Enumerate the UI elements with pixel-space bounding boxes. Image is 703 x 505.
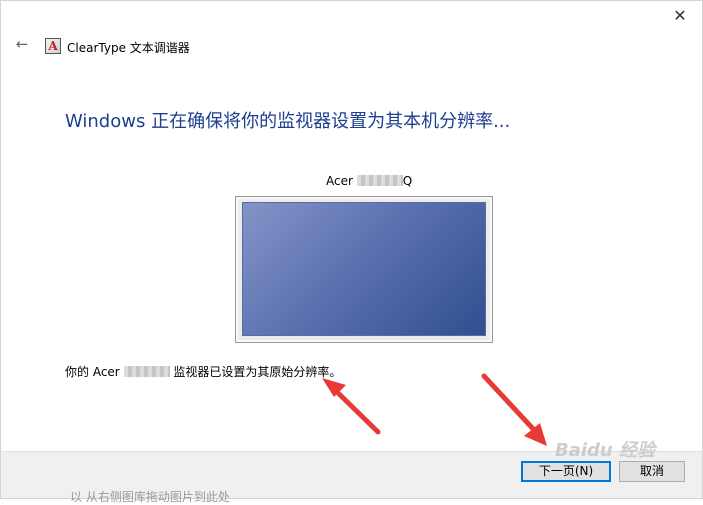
baidu-watermark: Baidu 经验 — [555, 440, 656, 461]
monitor-brand: Acer — [326, 174, 353, 188]
next-button[interactable]: 下一页(N) — [521, 461, 611, 482]
back-arrow-icon[interactable]: ← — [13, 35, 31, 53]
title-bar: ← A ClearType 文本调谐器 — [1, 31, 702, 61]
result-prefix: 你的 Acer — [65, 365, 120, 379]
redacted-model-blur — [356, 175, 403, 186]
cancel-button[interactable]: 取消 — [619, 461, 685, 482]
resolution-status-text: 你的 Acer 监视器已设置为其原始分辨率。 — [65, 363, 341, 380]
close-button[interactable]: ✕ — [666, 5, 694, 27]
result-suffix: 监视器已设置为其原始分辨率。 — [173, 365, 342, 379]
monitor-illustration — [235, 196, 493, 343]
monitor-screen — [242, 202, 486, 336]
cleartype-tuner-window: ✕ ← A ClearType 文本调谐器 Windows 正在确保将你的监视器… — [0, 0, 703, 499]
caption-fragment: 以 从右侧图库拖动图片到此处 — [70, 490, 230, 504]
redacted-model-blur — [123, 366, 170, 377]
page-heading: Windows 正在确保将你的监视器设置为其本机分辨率... — [65, 111, 511, 132]
window-title: ClearType 文本调谐器 — [67, 41, 190, 55]
monitor-name-label: Acer Q — [326, 174, 412, 188]
cleartype-app-icon: A — [45, 38, 61, 54]
monitor-model-suffix: Q — [402, 174, 413, 188]
